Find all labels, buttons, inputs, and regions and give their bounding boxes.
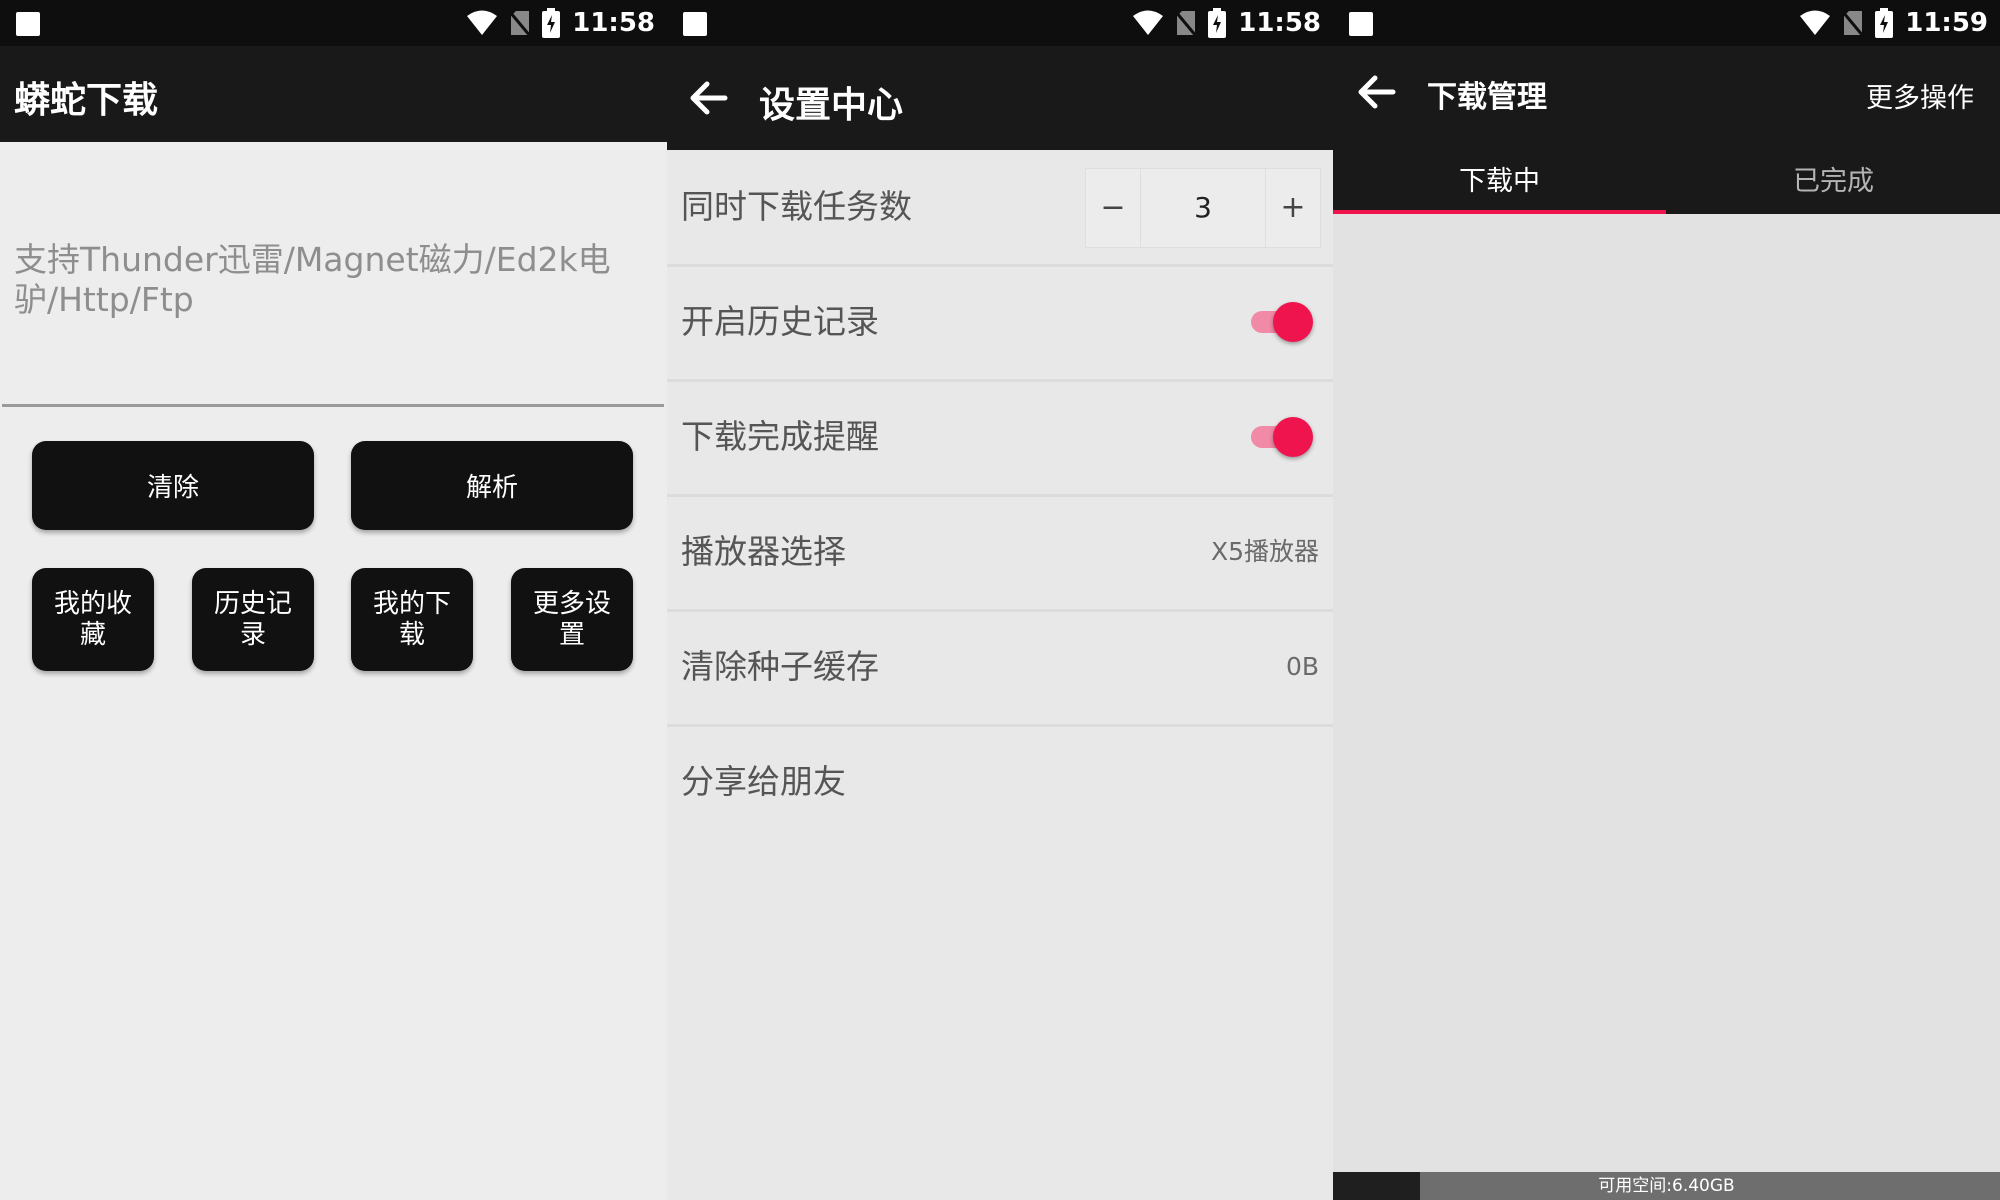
download-list bbox=[1333, 214, 2000, 1172]
notification-icon bbox=[16, 12, 40, 36]
no-sim-icon bbox=[1176, 11, 1197, 36]
wifi-icon bbox=[1133, 10, 1164, 35]
setting-label: 下载完成提醒 bbox=[681, 417, 879, 456]
task-count-value[interactable]: 3 bbox=[1140, 169, 1266, 247]
no-sim-icon bbox=[510, 11, 531, 36]
setting-label: 清除种子缓存 bbox=[681, 647, 879, 686]
setting-label: 分享给朋友 bbox=[681, 762, 846, 801]
more-actions-button[interactable]: 更多操作 bbox=[1866, 76, 1974, 115]
tab-downloading[interactable]: 下载中 bbox=[1333, 150, 1666, 214]
app-bar: 蟒蛇下载 bbox=[0, 46, 667, 142]
storage-label: 可用空间:6.40GB bbox=[1598, 1176, 1735, 1196]
status-bar: 11:58 bbox=[667, 0, 1333, 46]
setting-concurrent-downloads: 同时下载任务数 − 3 + bbox=[667, 150, 1333, 267]
setting-download-reminder: 下载完成提醒 bbox=[667, 380, 1333, 497]
back-arrow-icon[interactable] bbox=[685, 74, 733, 122]
history-toggle[interactable] bbox=[1245, 302, 1313, 342]
clock: 11:58 bbox=[572, 8, 655, 38]
setting-clear-cache[interactable]: 清除种子缓存 0B bbox=[667, 610, 1333, 727]
cache-size-value: 0B bbox=[1285, 652, 1319, 681]
page-title: 设置中心 bbox=[759, 85, 904, 126]
notification-icon bbox=[683, 12, 707, 36]
status-bar: 11:59 bbox=[1333, 0, 2000, 46]
back-arrow-icon[interactable] bbox=[1353, 68, 1401, 116]
setting-label: 同时下载任务数 bbox=[681, 187, 912, 226]
storage-bar: 可用空间:6.40GB bbox=[1333, 1172, 2000, 1200]
clear-button[interactable]: 清除 bbox=[32, 441, 314, 530]
app-bar: 设置中心 bbox=[667, 46, 1333, 150]
history-button[interactable]: 历史记录 bbox=[192, 568, 314, 671]
battery-charging-icon bbox=[542, 8, 561, 38]
my-downloads-button[interactable]: 我的下载 bbox=[351, 568, 473, 671]
input-underline bbox=[2, 404, 664, 407]
wifi-icon bbox=[1800, 10, 1831, 35]
parse-button[interactable]: 解析 bbox=[351, 441, 633, 530]
setting-label: 开启历史记录 bbox=[681, 302, 879, 341]
download-manager-screen: 11:59 下载管理 更多操作 下载中 已完成 可用空间:6.40GB bbox=[1333, 0, 2000, 1200]
clock: 11:59 bbox=[1905, 8, 1988, 38]
clock: 11:58 bbox=[1238, 8, 1321, 38]
tab-completed[interactable]: 已完成 bbox=[1667, 150, 2000, 214]
home-screen: 11:58 蟒蛇下载 支持Thunder迅雷/Magnet磁力/Ed2k电驴/H… bbox=[0, 0, 667, 1200]
page-title: 下载管理 bbox=[1427, 80, 1547, 115]
setting-history: 开启历史记录 bbox=[667, 265, 1333, 382]
app-bar: 下载管理 更多操作 下载中 已完成 bbox=[1333, 46, 2000, 214]
settings-screen: 11:58 设置中心 同时下载任务数 − 3 + 开启历史记录 下载完成提醒 播… bbox=[667, 0, 1333, 1200]
battery-charging-icon bbox=[1875, 8, 1894, 38]
wifi-icon bbox=[467, 10, 498, 35]
setting-share[interactable]: 分享给朋友 bbox=[667, 725, 1333, 839]
link-input[interactable]: 支持Thunder迅雷/Magnet磁力/Ed2k电驴/Http/Ftp bbox=[14, 240, 644, 320]
more-settings-button[interactable]: 更多设置 bbox=[511, 568, 633, 671]
task-count-stepper: − 3 + bbox=[1085, 168, 1321, 248]
app-title: 蟒蛇下载 bbox=[14, 80, 159, 121]
battery-charging-icon bbox=[1208, 8, 1227, 38]
no-sim-icon bbox=[1843, 11, 1864, 36]
player-value: X5播放器 bbox=[1210, 537, 1319, 566]
notification-icon bbox=[1349, 12, 1373, 36]
setting-label: 播放器选择 bbox=[681, 532, 846, 571]
setting-player[interactable]: 播放器选择 X5播放器 bbox=[667, 495, 1333, 612]
download-reminder-toggle[interactable] bbox=[1245, 417, 1313, 457]
decrement-button[interactable]: − bbox=[1086, 169, 1141, 247]
status-bar: 11:58 bbox=[0, 0, 667, 46]
increment-button[interactable]: + bbox=[1265, 169, 1320, 247]
favorites-button[interactable]: 我的收藏 bbox=[32, 568, 154, 671]
